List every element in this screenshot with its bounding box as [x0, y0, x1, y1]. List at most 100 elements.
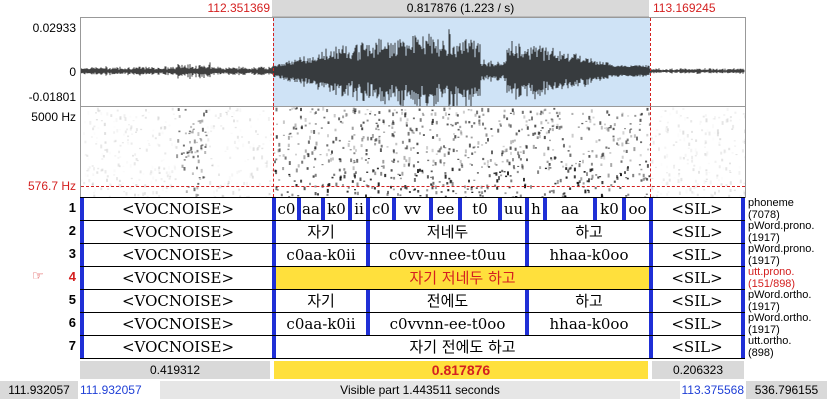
selection-duration-bar[interactable]: 0.817876 (1.223 / s) — [272, 0, 649, 17]
interval[interactable]: c0aa-k0ii — [276, 313, 366, 335]
tier-4-utt-prono[interactable]: <VOCNOISE> 자기 저네두 하고 <SIL> — [80, 266, 745, 289]
window-start-time[interactable]: 111.932057 — [0, 381, 78, 399]
boundary[interactable] — [429, 198, 433, 220]
tier-name[interactable]: pWord.ortho. (1917) — [748, 312, 827, 336]
waveform-panel[interactable] — [80, 17, 746, 107]
interval[interactable]: ee — [433, 198, 458, 220]
tier-7-utt-ortho[interactable]: <VOCNOISE> 자기 전에도 하고 <SIL> — [80, 335, 745, 359]
boundary[interactable] — [348, 198, 352, 220]
boundary[interactable] — [525, 244, 529, 266]
boundary[interactable] — [80, 313, 84, 335]
boundary[interactable] — [741, 221, 745, 243]
boundary[interactable] — [741, 198, 745, 220]
interval[interactable]: <SIL> — [653, 290, 741, 312]
visible-end-time[interactable]: 113.375568 — [664, 381, 744, 399]
boundary[interactable] — [525, 221, 529, 243]
tier-name[interactable]: utt.prono. (151/898) — [748, 266, 827, 290]
interval[interactable]: aa — [547, 198, 593, 220]
interval[interactable]: c0vvnn-ee-t0oo — [370, 313, 525, 335]
boundary[interactable] — [272, 290, 276, 312]
interval[interactable]: c0vv-nnee-t0uu — [370, 244, 525, 266]
interval[interactable]: 자기 — [276, 221, 366, 243]
interval[interactable]: <VOCNOISE> — [84, 336, 272, 358]
boundary[interactable] — [741, 336, 745, 358]
interval[interactable]: <VOCNOISE> — [84, 221, 272, 243]
interval[interactable]: 전에도 — [370, 290, 525, 312]
boundary[interactable] — [366, 198, 370, 220]
boundary[interactable] — [741, 313, 745, 335]
boundary[interactable] — [649, 313, 653, 335]
boundary[interactable] — [272, 244, 276, 266]
boundary[interactable] — [80, 336, 84, 358]
boundary[interactable] — [525, 290, 529, 312]
interval[interactable]: <VOCNOISE> — [84, 290, 272, 312]
interval[interactable]: 자기 전에도 하고 — [276, 336, 649, 358]
interval[interactable]: oo — [626, 198, 649, 220]
interval[interactable]: c0 — [276, 198, 297, 220]
interval[interactable]: aa — [301, 198, 321, 220]
left-segment-duration[interactable]: 0.419312 — [80, 361, 270, 379]
boundary[interactable] — [80, 267, 84, 289]
interval[interactable]: vv — [396, 198, 429, 220]
interval[interactable]: 하고 — [529, 290, 649, 312]
boundary[interactable] — [272, 267, 276, 289]
boundary[interactable] — [525, 198, 529, 220]
boundary[interactable] — [297, 198, 301, 220]
tier-number[interactable]: 7 — [52, 338, 76, 353]
boundary[interactable] — [498, 198, 502, 220]
tier-name[interactable]: utt.ortho. (898) — [748, 335, 827, 359]
selection-duration[interactable]: 0.817876 — [274, 361, 648, 379]
interval[interactable]: <SIL> — [653, 267, 741, 289]
boundary[interactable] — [80, 244, 84, 266]
tier-number[interactable]: 6 — [52, 315, 76, 330]
visible-start-time[interactable]: 111.932057 — [80, 381, 160, 399]
interval[interactable]: 자기 — [276, 290, 366, 312]
boundary[interactable] — [649, 290, 653, 312]
boundary[interactable] — [593, 198, 597, 220]
interval[interactable]: 하고 — [529, 221, 649, 243]
tier-name[interactable]: pWord.prono. (1917) — [748, 220, 827, 244]
interval[interactable]: <VOCNOISE> — [84, 313, 272, 335]
boundary[interactable] — [458, 198, 462, 220]
spectrogram-panel[interactable] — [80, 106, 746, 198]
tier-number[interactable]: 2 — [52, 223, 76, 238]
interval[interactable]: k0 — [325, 198, 348, 220]
boundary[interactable] — [272, 221, 276, 243]
interval[interactable]: hhaa-k0oo — [529, 244, 649, 266]
boundary[interactable] — [525, 313, 529, 335]
tier-number[interactable]: 4 — [52, 269, 76, 284]
tier-name[interactable]: phoneme (7078) — [748, 197, 827, 221]
tier-number[interactable]: 5 — [52, 292, 76, 307]
selected-interval[interactable]: 자기 저네두 하고 — [276, 267, 649, 289]
tier-3-pword-prono[interactable]: <VOCNOISE> c0aa-k0ii c0vv-nnee-t0uu hhaa… — [80, 243, 745, 266]
interval[interactable]: <VOCNOISE> — [84, 244, 272, 266]
tier-name[interactable]: pWord.ortho. (1917) — [748, 289, 827, 313]
interval[interactable]: c0aa-k0ii — [276, 244, 366, 266]
interval[interactable]: uu — [502, 198, 525, 220]
interval[interactable]: h — [529, 198, 543, 220]
interval[interactable]: ii — [352, 198, 366, 220]
boundary[interactable] — [622, 198, 626, 220]
interval[interactable]: c0 — [370, 198, 392, 220]
boundary[interactable] — [543, 198, 547, 220]
interval[interactable]: <VOCNOISE> — [84, 198, 272, 220]
window-end-time[interactable]: 536.796155 — [746, 381, 827, 399]
boundary[interactable] — [80, 221, 84, 243]
interval[interactable]: k0 — [597, 198, 622, 220]
boundary[interactable] — [649, 244, 653, 266]
tier-name[interactable]: pWord.prono. (1917) — [748, 243, 827, 267]
boundary[interactable] — [366, 290, 370, 312]
interval[interactable]: <SIL> — [653, 198, 741, 220]
tier-2-pword-prono[interactable]: <VOCNOISE> 자기 저네두 하고 <SIL> — [80, 220, 745, 243]
tier-5-pword-ortho[interactable]: <VOCNOISE> 자기 전에도 하고 <SIL> — [80, 289, 745, 312]
interval[interactable]: <VOCNOISE> — [84, 267, 272, 289]
tier-number[interactable]: 1 — [52, 200, 76, 215]
interval[interactable]: <SIL> — [653, 221, 741, 243]
boundary[interactable] — [649, 336, 653, 358]
boundary[interactable] — [392, 198, 396, 220]
boundary[interactable] — [272, 336, 276, 358]
tier-number[interactable]: 3 — [52, 246, 76, 261]
right-segment-duration[interactable]: 0.206323 — [652, 361, 744, 379]
tier-1-phoneme[interactable]: <VOCNOISE> c0 aa k0 ii c0 vv ee t0 uu h … — [80, 197, 745, 220]
boundary[interactable] — [366, 244, 370, 266]
